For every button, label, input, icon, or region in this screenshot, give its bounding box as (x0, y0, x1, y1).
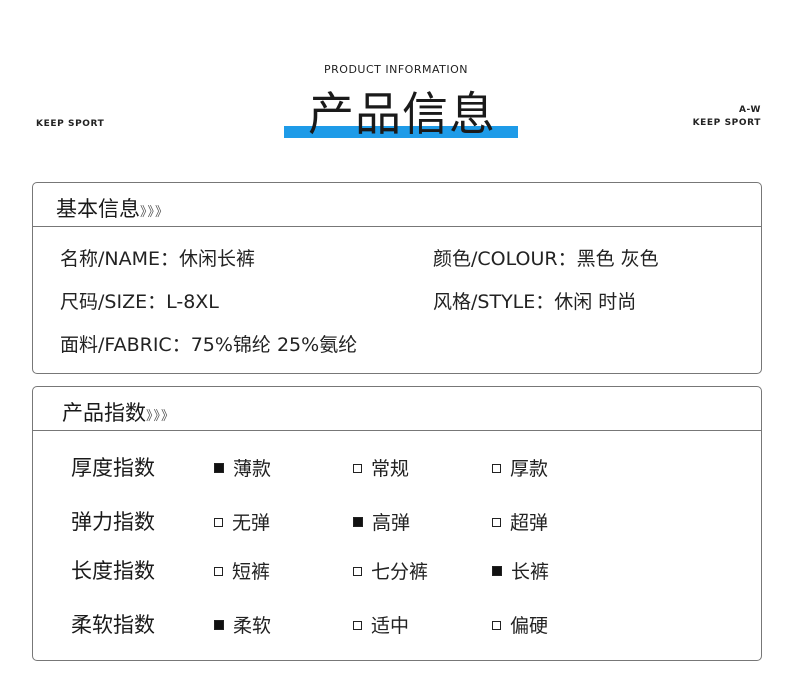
index-option-label: 常规 (371, 458, 410, 480)
unchecked-box-icon (353, 621, 362, 630)
index-option: 无弹 (214, 508, 270, 535)
page-title: 产品信息 (308, 87, 496, 141)
index-option: 适中 (353, 611, 409, 638)
index-option: 厚款 (492, 454, 548, 481)
right-tag-top: A-W (738, 105, 761, 115)
name-field: 名称/NAME：休闲长裤 (60, 248, 256, 270)
product-index-title: 产品指数》》》 (62, 397, 175, 427)
index-row-label: 弹力指数 (71, 510, 155, 534)
index-option-label: 厚款 (510, 458, 549, 480)
index-option: 高弹 (353, 508, 410, 535)
index-option-label: 七分裤 (371, 561, 429, 583)
unchecked-box-icon (214, 518, 223, 527)
index-option: 长裤 (492, 557, 549, 584)
checked-box-icon (353, 517, 363, 527)
basic-info-box: 基本信息》》》 名称/NAME：休闲长裤 颜色/COLOUR：黑色 灰色 尺码/… (32, 182, 762, 374)
index-option: 七分裤 (353, 557, 428, 584)
unchecked-box-icon (492, 464, 501, 473)
chevron-icon: 》》》 (140, 205, 170, 220)
checked-box-icon (214, 620, 224, 630)
basic-info-title: 基本信息》》》 (56, 193, 169, 223)
index-option-label: 短裤 (232, 561, 271, 583)
subtitle-en: PRODUCT INFORMATION (324, 63, 468, 76)
index-option-label: 超弹 (510, 512, 549, 534)
index-row-label: 长度指数 (71, 559, 155, 583)
index-option-label: 高弹 (372, 512, 411, 534)
index-row-label: 厚度指数 (71, 456, 155, 480)
colour-field: 颜色/COLOUR：黑色 灰色 (433, 248, 659, 270)
index-option: 短裤 (214, 557, 270, 584)
index-option-label: 柔软 (233, 615, 272, 637)
index-option-label: 适中 (371, 615, 410, 637)
index-option: 超弹 (492, 508, 548, 535)
unchecked-box-icon (492, 621, 501, 630)
unchecked-box-icon (353, 464, 362, 473)
index-option-label: 偏硬 (510, 615, 549, 637)
index-row-label: 柔软指数 (71, 613, 155, 637)
unchecked-box-icon (492, 518, 501, 527)
index-option: 薄款 (214, 454, 271, 481)
product-index-title-text: 产品指数 (62, 401, 146, 425)
index-option: 偏硬 (492, 611, 548, 638)
basic-info-title-text: 基本信息 (56, 197, 140, 221)
index-option-label: 长裤 (511, 561, 550, 583)
style-field: 风格/STYLE：休闲 时尚 (433, 291, 637, 313)
index-option-label: 薄款 (233, 458, 272, 480)
checked-box-icon (492, 566, 502, 576)
unchecked-box-icon (353, 567, 362, 576)
index-option: 柔软 (214, 611, 271, 638)
right-tag-bottom: KEEP SPORT (692, 118, 761, 128)
unchecked-box-icon (214, 567, 223, 576)
size-field: 尺码/SIZE：L-8XL (60, 291, 219, 313)
fabric-field: 面料/FABRIC：75%锦纶 25%氨纶 (60, 334, 358, 356)
left-tag: KEEP SPORT (36, 119, 105, 129)
chevron-icon: 》》》 (146, 409, 176, 424)
checked-box-icon (214, 463, 224, 473)
index-option-label: 无弹 (232, 512, 271, 534)
product-index-box: 产品指数》》》 厚度指数 薄款 常规 厚款弹力指数 无弹 高弹 超弹长度指数 短裤 七分裤 长裤柔… (32, 386, 762, 661)
index-option: 常规 (353, 454, 409, 481)
